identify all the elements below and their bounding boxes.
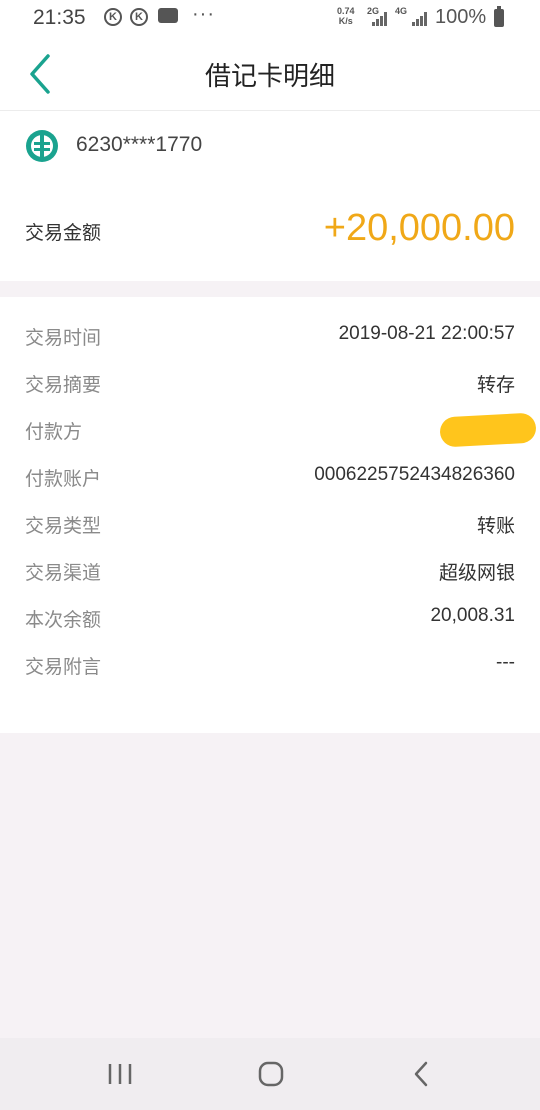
- signal-4g-icon: [412, 10, 428, 26]
- speed-unit: K/s: [338, 16, 353, 26]
- more-notifications-icon: ···: [192, 3, 215, 25]
- app-header: 借记卡明细: [0, 38, 540, 111]
- recent-apps-button[interactable]: [100, 1056, 140, 1092]
- battery-icon: [494, 6, 504, 27]
- detail-label: 付款账户: [25, 468, 102, 490]
- detail-value: 转账: [476, 516, 515, 537]
- home-icon: [258, 1061, 284, 1087]
- detail-row-balance: 本次余额 20,008.31: [0, 599, 540, 639]
- detail-row-payer-account: 付款账户 0006225752434826360: [0, 458, 540, 498]
- card-summary: 6230****1770 交易金额 +20,000.00: [0, 111, 540, 281]
- detail-value: 超级网银: [438, 563, 515, 584]
- detail-value: 2019-08-21 22:00:57: [338, 323, 515, 344]
- k-app-icon: K: [104, 8, 122, 26]
- bank-logo-icon: [26, 130, 58, 162]
- detail-label: 交易渠道: [25, 562, 102, 584]
- amount-label: 交易金额: [25, 222, 102, 244]
- detail-row-type: 交易类型 转账: [0, 505, 540, 545]
- k-app-icon-2: K: [130, 8, 148, 26]
- home-button[interactable]: [251, 1056, 291, 1092]
- detail-label: 付款方: [25, 421, 83, 443]
- detail-label: 交易附言: [25, 656, 102, 678]
- speed-value: 0.74: [337, 6, 355, 16]
- recent-apps-icon: [108, 1064, 132, 1084]
- card-number: 6230****1770: [76, 133, 203, 156]
- detail-value: 20,008.31: [430, 605, 515, 626]
- detail-label: 本次余额: [25, 609, 102, 631]
- system-back-button[interactable]: [402, 1056, 442, 1092]
- detail-label: 交易摘要: [25, 374, 102, 396]
- detail-row-summary: 交易摘要 转存: [0, 364, 540, 404]
- detail-label: 交易类型: [25, 515, 102, 537]
- signal-2g-icon: [372, 10, 388, 26]
- redaction-mark: [439, 412, 537, 448]
- page-title: 借记卡明细: [204, 62, 335, 92]
- detail-value: ---: [496, 652, 515, 673]
- status-bar: 21:35 K K ··· 0.74 K/s 2G 4G 100%: [0, 0, 540, 38]
- detail-row-payer: 付款方: [0, 411, 540, 451]
- detail-row-memo: 交易附言 ---: [0, 646, 540, 686]
- detail-label: 交易时间: [25, 327, 102, 349]
- system-nav-bar: [0, 1038, 540, 1110]
- battery-percent: 100%: [435, 6, 487, 28]
- detail-row-channel: 交易渠道 超级网银: [0, 552, 540, 592]
- detail-value: 0006225752434826360: [314, 464, 515, 485]
- network-4g-label: 4G: [395, 6, 408, 16]
- transaction-details: 交易时间 2019-08-21 22:00:57 交易摘要 转存 付款方 付款账…: [0, 297, 540, 733]
- status-time: 21:35: [33, 6, 86, 29]
- detail-value: 转存: [476, 375, 515, 396]
- amount-value: +20,000.00: [323, 207, 515, 249]
- back-arrow-icon: [414, 1061, 428, 1087]
- message-icon: [158, 8, 178, 23]
- network-speed: 0.74 K/s: [337, 6, 355, 26]
- detail-row-time: 交易时间 2019-08-21 22:00:57: [0, 317, 540, 357]
